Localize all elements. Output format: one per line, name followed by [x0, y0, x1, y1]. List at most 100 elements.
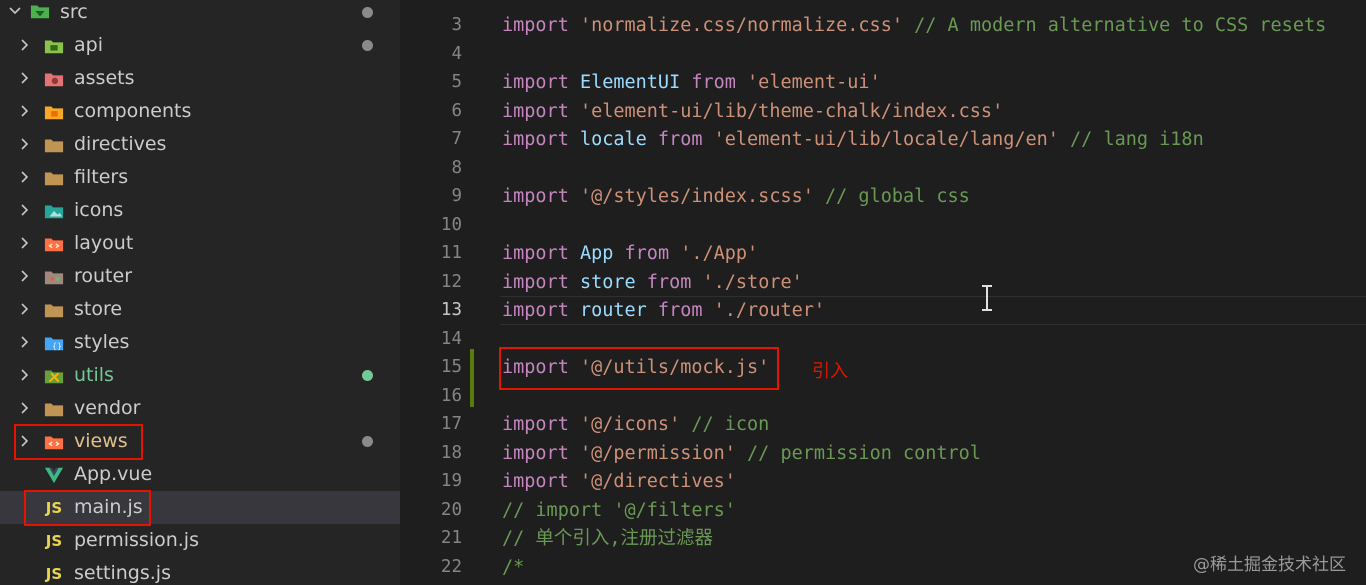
code-token: import — [502, 129, 580, 150]
chevron-right-icon[interactable] — [18, 38, 32, 52]
code-line[interactable]: 4 — [400, 40, 1366, 69]
tree-label: src — [60, 1, 88, 23]
tree-item-styles[interactable]: {} styles — [0, 326, 400, 359]
folder-icon — [44, 300, 64, 320]
code-token: import — [502, 471, 580, 492]
code-line[interactable]: 6 import 'element-ui/lib/theme-chalk/inde… — [400, 97, 1366, 126]
tree-item-store[interactable]: store — [0, 293, 400, 326]
code-token: import — [502, 186, 580, 207]
line-number: 4 — [451, 43, 462, 64]
chevron-right-icon[interactable] — [18, 269, 32, 283]
chevron-right-icon[interactable] — [18, 302, 32, 316]
file-explorer: src api assets components directives filters… — [0, 0, 400, 585]
src-folder-icon — [30, 1, 50, 21]
tree-label: api — [74, 34, 103, 56]
code-token: from — [680, 72, 748, 93]
code-line[interactable]: 5 import ElementUI from 'element-ui' — [400, 68, 1366, 97]
line-number: 10 — [440, 214, 462, 235]
code-text: import '@/icons' // icon — [502, 410, 769, 439]
code-token: 'normalize.css/normalize.css' — [579, 15, 903, 36]
code-line[interactable]: 7 import locale from 'element-ui/lib/loca… — [400, 125, 1366, 154]
folder-icon — [44, 399, 64, 419]
line-number: 8 — [451, 157, 462, 178]
tree-label: directives — [74, 133, 167, 155]
chevron-right-icon[interactable] — [18, 236, 32, 250]
text-cursor-icon — [980, 285, 994, 315]
code-editor[interactable]: 3 import 'normalize.css/normalize.css' //… — [400, 0, 1366, 585]
annotation-label: 引入 — [812, 361, 848, 382]
chevron-right-icon[interactable] — [18, 401, 32, 415]
tree-item-utils[interactable]: utils — [0, 359, 400, 392]
tree-label: assets — [74, 67, 135, 89]
line-number: 3 — [451, 15, 462, 35]
folder-icon — [44, 168, 64, 188]
code-token: // global css — [825, 186, 970, 207]
code-token: from — [635, 271, 703, 293]
tree-item-filters[interactable]: filters — [0, 161, 400, 194]
js-icon: JS — [44, 564, 64, 584]
code-line[interactable]: 21 // 单个引入,注册过滤器 — [400, 524, 1366, 553]
code-text: /* — [502, 553, 524, 582]
code-line[interactable]: 13 import router from './router' — [400, 296, 1366, 325]
chevron-right-icon[interactable] — [18, 104, 32, 118]
code-line[interactable]: 19 import '@/directives' — [400, 467, 1366, 496]
modified-dot — [362, 7, 373, 18]
tree-item-api[interactable]: api — [0, 29, 400, 62]
tree-item-directives[interactable]: directives — [0, 128, 400, 161]
tree-item-icons[interactable]: icons — [0, 194, 400, 227]
code-line[interactable]: 12 import store from './store' — [400, 268, 1366, 297]
tree-item-vendor[interactable]: vendor — [0, 392, 400, 425]
line-number: 15 — [440, 357, 462, 377]
line-number: 22 — [440, 556, 462, 577]
line-number: 20 — [440, 499, 462, 520]
images-folder-icon — [44, 201, 64, 221]
layout-folder-icon — [44, 234, 64, 254]
watermark: @稀土掘金技术社区 — [1193, 555, 1346, 575]
code-text: import ElementUI from 'element-ui' — [502, 68, 881, 97]
utils-folder-icon — [44, 366, 64, 386]
code-line[interactable]: 18 import '@/permission' // permission co… — [400, 439, 1366, 468]
code-token: import — [502, 442, 580, 464]
tree-label: App.vue — [74, 463, 153, 485]
chevron-right-icon[interactable] — [18, 170, 32, 184]
code-line[interactable]: 10 — [400, 211, 1366, 240]
chevron-right-icon[interactable] — [18, 368, 32, 382]
code-line[interactable]: 11 import App from './App' — [400, 239, 1366, 268]
code-line[interactable]: 3 import 'normalize.css/normalize.css' //… — [400, 11, 1366, 40]
tree-item-settings-js[interactable]: JS settings.js — [0, 557, 400, 585]
tree-item-layout[interactable]: layout — [0, 227, 400, 260]
code-text: import router from './router' — [502, 296, 825, 325]
code-token: from — [646, 300, 714, 321]
tree-item-app-vue[interactable]: App.vue — [0, 458, 400, 491]
chevron-right-icon[interactable] — [18, 335, 32, 349]
tree-root-src[interactable]: src — [0, 0, 400, 29]
code-line[interactable]: 20 // import '@/filters' — [400, 496, 1366, 525]
code-text: import 'normalize.css/normalize.css' // … — [502, 11, 1326, 40]
tree-item-assets[interactable]: assets — [0, 62, 400, 95]
code-line[interactable]: 17 import '@/icons' // icon — [400, 410, 1366, 439]
tree-item-components[interactable]: components — [0, 95, 400, 128]
code-line[interactable]: 8 — [400, 154, 1366, 183]
code-token: import — [502, 243, 580, 264]
chevron-right-icon[interactable] — [18, 203, 32, 217]
code-token: from — [646, 129, 714, 150]
code-token: import — [502, 15, 580, 36]
git-status-dot — [362, 40, 373, 51]
chevron-right-icon[interactable] — [18, 137, 32, 151]
highlight-box-mock-import — [499, 347, 779, 390]
code-line[interactable]: 9 import '@/styles/index.scss' // global … — [400, 182, 1366, 211]
tree-item-router[interactable]: router — [0, 260, 400, 293]
assets-folder-icon — [44, 69, 64, 89]
chevron-right-icon[interactable] — [18, 71, 32, 85]
tree-label: store — [74, 298, 123, 320]
chevron-down-icon[interactable] — [8, 4, 22, 18]
line-number: 14 — [440, 328, 462, 349]
code-token: import — [502, 300, 580, 321]
tree-label: layout — [74, 232, 134, 254]
tree-label: utils — [74, 364, 114, 386]
code-token: locale — [579, 129, 647, 150]
tree-item-permission-js[interactable]: JS permission.js — [0, 524, 400, 557]
